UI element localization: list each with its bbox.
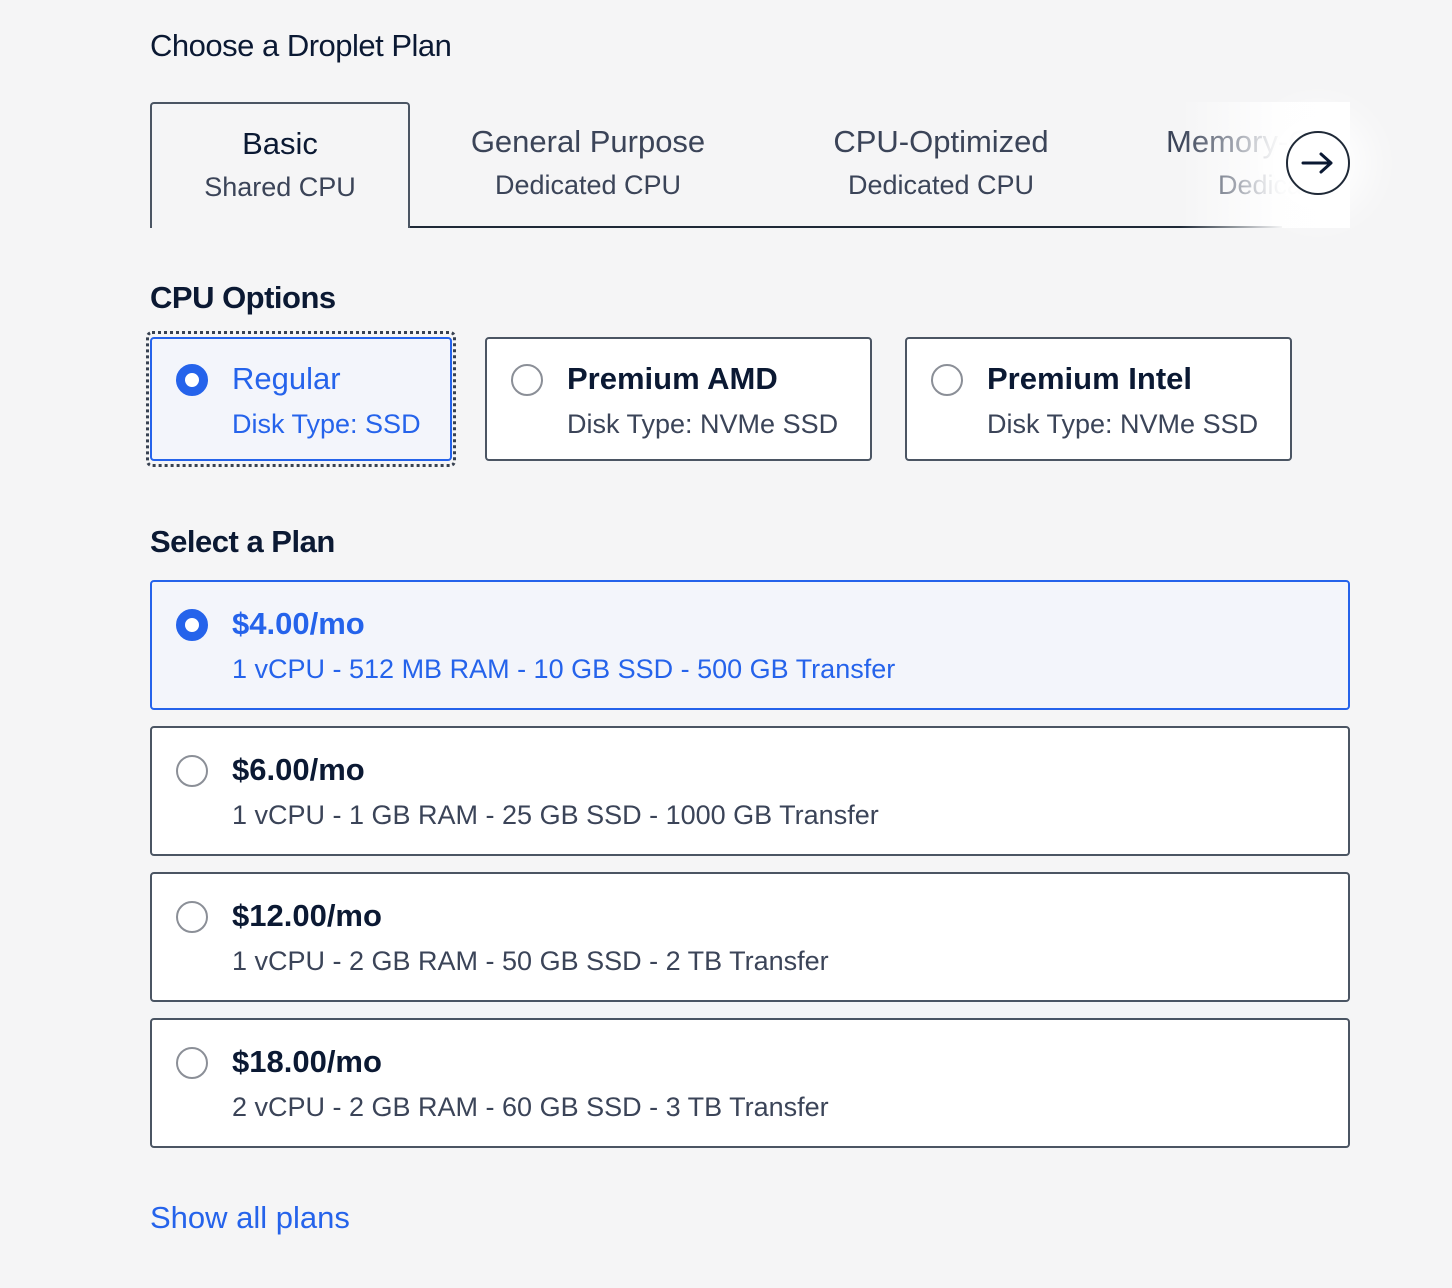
plan-specs: 1 vCPU - 2 GB RAM - 50 GB SSD - 2 TB Tra…: [232, 946, 829, 976]
plan-price: $6.00/mo: [232, 752, 365, 787]
tab-basic[interactable]: Basic Shared CPU: [150, 102, 410, 228]
tab-title: CPU-Optimized: [833, 124, 1049, 159]
plan-specs: 1 vCPU - 1 GB RAM - 25 GB SSD - 1000 GB …: [232, 800, 879, 830]
plan-price: $12.00/mo: [232, 898, 382, 933]
radio-unselected[interactable]: [176, 755, 208, 787]
plan-specs: 1 vCPU - 512 MB RAM - 10 GB SSD - 500 GB…: [232, 654, 896, 684]
tab-subtitle: Shared CPU: [204, 172, 356, 202]
plan-type-tabs: Basic Shared CPU General Purpose Dedicat…: [150, 102, 1350, 228]
scroll-tabs-right-button[interactable]: [1286, 131, 1350, 195]
cpu-option-title: Premium AMD: [567, 361, 778, 396]
tab-subtitle: Dedicated CPU: [494, 170, 682, 200]
tab-cpu-optimized[interactable]: CPU-Optimized Dedicated CPU: [790, 102, 1092, 226]
arrow-right-icon: [1301, 152, 1333, 174]
radio-selected[interactable]: [176, 609, 208, 641]
plan-option-4[interactable]: $4.00/mo 1 vCPU - 512 MB RAM - 10 GB SSD…: [150, 580, 1350, 710]
plan-specs: 2 vCPU - 2 GB RAM - 60 GB SSD - 3 TB Tra…: [232, 1092, 829, 1122]
cpu-option-disk-type: Disk Type: SSD: [232, 409, 421, 439]
radio-unselected[interactable]: [511, 364, 543, 396]
cpu-option-premium-amd[interactable]: Premium AMD Disk Type: NVMe SSD: [485, 337, 872, 461]
radio-unselected[interactable]: [176, 901, 208, 933]
radio-unselected[interactable]: [931, 364, 963, 396]
plan-price: $4.00/mo: [232, 606, 365, 641]
cpu-option-disk-type: Disk Type: NVMe SSD: [987, 409, 1259, 439]
select-plan-heading: Select a Plan: [150, 524, 335, 559]
choose-plan-heading: Choose a Droplet Plan: [150, 28, 452, 63]
cpu-options-heading: CPU Options: [150, 280, 336, 315]
cpu-option-premium-intel[interactable]: Premium Intel Disk Type: NVMe SSD: [905, 337, 1292, 461]
radio-selected[interactable]: [176, 364, 208, 396]
show-all-plans-link[interactable]: Show all plans: [150, 1200, 350, 1236]
radio-unselected[interactable]: [176, 1047, 208, 1079]
cpu-option-regular[interactable]: Regular Disk Type: SSD: [150, 337, 452, 461]
tab-general-purpose[interactable]: General Purpose Dedicated CPU: [432, 102, 744, 226]
tab-subtitle: Dedicated CPU: [847, 170, 1035, 200]
cpu-option-disk-type: Disk Type: NVMe SSD: [567, 409, 839, 439]
cpu-option-title: Regular: [232, 361, 341, 396]
cpu-option-title: Premium Intel: [987, 361, 1192, 396]
tab-title: Basic: [242, 126, 318, 161]
plan-option-12[interactable]: $12.00/mo 1 vCPU - 2 GB RAM - 50 GB SSD …: [150, 872, 1350, 1002]
plan-price: $18.00/mo: [232, 1044, 382, 1079]
plan-option-6[interactable]: $6.00/mo 1 vCPU - 1 GB RAM - 25 GB SSD -…: [150, 726, 1350, 856]
tab-title: General Purpose: [470, 124, 706, 159]
plan-option-18[interactable]: $18.00/mo 2 vCPU - 2 GB RAM - 60 GB SSD …: [150, 1018, 1350, 1148]
